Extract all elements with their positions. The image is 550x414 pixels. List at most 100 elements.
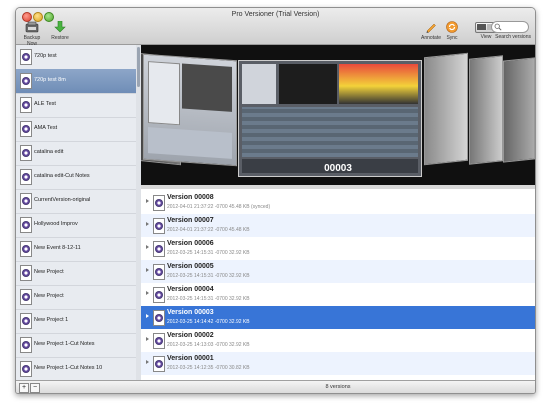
sidebar-item-label: New Project 1-Cut Notes 10	[34, 365, 103, 371]
sidebar-item-new-project-1[interactable]: New Project 1	[16, 309, 136, 334]
version-file-icon	[153, 195, 165, 211]
version-row[interactable]: Version 00002 2012-03-25 14:13:03 -0700 …	[141, 329, 535, 352]
project-file-icon	[20, 169, 32, 185]
version-name: Version 00008	[167, 194, 214, 201]
toolbar: Pro Versioner (Trial Version) Backup Now…	[16, 8, 535, 47]
version-name: Version 00007	[167, 217, 214, 224]
pencil-icon	[426, 23, 436, 33]
version-row[interactable]: Version 00008 2012-04-01 21:37:22 -0700 …	[141, 191, 535, 214]
sync-button[interactable]: Sync	[445, 21, 459, 41]
version-row[interactable]: Version 00004 2012-03-25 14:15:31 -0700 …	[141, 283, 535, 306]
sidebar-item-label: catalina edit	[34, 149, 64, 155]
sidebar-item-720p-test[interactable]: 720p test	[16, 45, 136, 70]
sidebar-item-new-project[interactable]: New Project	[16, 261, 136, 286]
version-meta: 2012-03-25 14:15:31 -0700 32.92 KB	[167, 250, 250, 256]
preview-frame-right-3[interactable]	[503, 57, 535, 163]
restore-arrow-icon	[54, 21, 66, 33]
sidebar-scroll-thumb[interactable]	[137, 47, 140, 87]
sidebar-item-catalina-edit[interactable]: catalina edit	[16, 141, 136, 166]
annotate-label: Annotate	[420, 35, 442, 41]
sidebar-item-label: catalina edit-Cut Notes	[34, 173, 90, 179]
preview-frame-left[interactable]	[143, 53, 237, 167]
remove-project-button[interactable]: −	[30, 383, 40, 393]
disclosure-triangle-icon[interactable]	[146, 268, 149, 272]
version-row[interactable]: Version 00007 2012-04-01 21:37:22 -0700 …	[141, 214, 535, 237]
sidebar-item-label: New Project	[34, 293, 64, 299]
version-meta: 2012-03-25 14:15:31 -0700 32.92 KB	[167, 296, 250, 302]
preview-frame-right-1[interactable]	[424, 52, 468, 166]
disclosure-triangle-icon[interactable]	[146, 245, 149, 249]
sidebar-item-ama-test[interactable]: AMA Test	[16, 117, 136, 142]
version-name: Version 00005	[167, 263, 214, 270]
status-bar: 8 versions	[141, 380, 535, 393]
version-file-icon	[153, 241, 165, 257]
disclosure-triangle-icon[interactable]	[146, 291, 149, 295]
sidebar-item-hollywood-improv[interactable]: Hollywood Improv	[16, 213, 136, 238]
versions-list: Version 00008 2012-04-01 21:37:22 -0700 …	[141, 189, 535, 380]
coverflow-view-icon[interactable]	[477, 24, 486, 30]
project-file-icon	[20, 193, 32, 209]
project-file-icon	[20, 217, 32, 233]
project-sidebar: 720p test 720p test 8m ALE Test AMA Test…	[16, 45, 141, 380]
project-file-icon	[20, 361, 32, 377]
project-file-icon	[20, 49, 32, 65]
disclosure-triangle-icon[interactable]	[146, 222, 149, 226]
disclosure-triangle-icon[interactable]	[146, 360, 149, 364]
version-file-icon	[153, 264, 165, 280]
preview-frame-right-2[interactable]	[469, 55, 503, 165]
project-file-icon	[20, 337, 32, 353]
add-project-button[interactable]: +	[19, 383, 29, 393]
preview-frame-current[interactable]	[238, 60, 422, 177]
version-file-icon	[153, 218, 165, 234]
project-file-icon	[20, 97, 32, 113]
sidebar-item-label: ALE Test	[34, 101, 56, 107]
restore-button[interactable]: Restore	[49, 21, 71, 41]
disclosure-triangle-icon[interactable]	[146, 199, 149, 203]
sidebar-item-new-event[interactable]: New Event 8-12-11	[16, 237, 136, 262]
search-input[interactable]	[491, 21, 529, 33]
version-row-selected[interactable]: Version 00003 2012-03-25 14:14:42 -0700 …	[141, 306, 535, 329]
version-row[interactable]: Version 00006 2012-03-25 14:15:31 -0700 …	[141, 237, 535, 260]
project-file-icon	[20, 289, 32, 305]
sidebar-item-label: 720p test 8m	[34, 77, 66, 83]
disclosure-triangle-icon[interactable]	[146, 314, 149, 318]
version-meta: 2012-03-25 14:15:31 -0700 32.92 KB	[167, 273, 250, 279]
version-row[interactable]: Version 00005 2012-03-25 14:15:31 -0700 …	[141, 260, 535, 283]
search-icon	[494, 23, 502, 31]
sidebar-item-new-project-1-cut-notes-10[interactable]: New Project 1-Cut Notes 10	[16, 357, 136, 380]
project-file-icon	[20, 121, 32, 137]
view-label: View	[480, 34, 492, 40]
sidebar-item-ale-test[interactable]: ALE Test	[16, 93, 136, 118]
sidebar-item-720p-test-8m[interactable]: 720p test 8m	[16, 69, 136, 94]
sidebar-item-label: Hollywood Improv	[34, 221, 78, 227]
disclosure-triangle-icon[interactable]	[146, 337, 149, 341]
current-frame-label: 00003	[324, 163, 352, 174]
sidebar-item-label: 720p test	[34, 53, 57, 59]
sidebar-item-currentversion-original[interactable]: CurrentVersion-original	[16, 189, 136, 214]
version-meta: 2012-04-01 21:37:22 -0700 45.48 KB (sync…	[167, 204, 271, 210]
version-name: Version 00004	[167, 286, 214, 293]
sidebar-item-new-project-2[interactable]: New Project	[16, 285, 136, 310]
sidebar-item-label: AMA Test	[34, 125, 58, 131]
version-file-icon	[153, 333, 165, 349]
version-name: Version 00002	[167, 332, 214, 339]
version-row[interactable]: Version 00001 2012-03-25 14:12:35 -0700 …	[141, 352, 535, 375]
sync-icon	[446, 21, 458, 33]
backup-now-button[interactable]: Backup Now	[20, 21, 44, 47]
version-name: Version 00001	[167, 355, 214, 362]
version-meta: 2012-03-25 14:12:35 -0700 30.82 KB	[167, 365, 250, 371]
project-file-icon	[20, 265, 32, 281]
project-file-icon	[20, 313, 32, 329]
annotate-button[interactable]: Annotate	[420, 21, 442, 41]
search-label: Search versions	[495, 34, 531, 40]
version-preview-coverflow[interactable]: 00003	[141, 45, 535, 185]
sidebar-item-new-project-1-cut-notes[interactable]: New Project 1-Cut Notes	[16, 333, 136, 358]
version-name: Version 00003	[167, 309, 214, 316]
version-meta: 2012-03-25 14:13:03 -0700 32.92 KB	[167, 342, 250, 348]
sync-label: Sync	[446, 35, 458, 41]
version-meta: 2012-04-01 21:37:22 -0700 45.48 KB	[167, 227, 250, 233]
sidebar-item-catalina-edit-cut-notes[interactable]: catalina edit-Cut Notes	[16, 165, 136, 190]
sidebar-item-label: New Project 1-Cut Notes	[34, 341, 95, 347]
sidebar-item-label: New Event 8-12-11	[34, 245, 81, 251]
version-file-icon	[153, 356, 165, 372]
